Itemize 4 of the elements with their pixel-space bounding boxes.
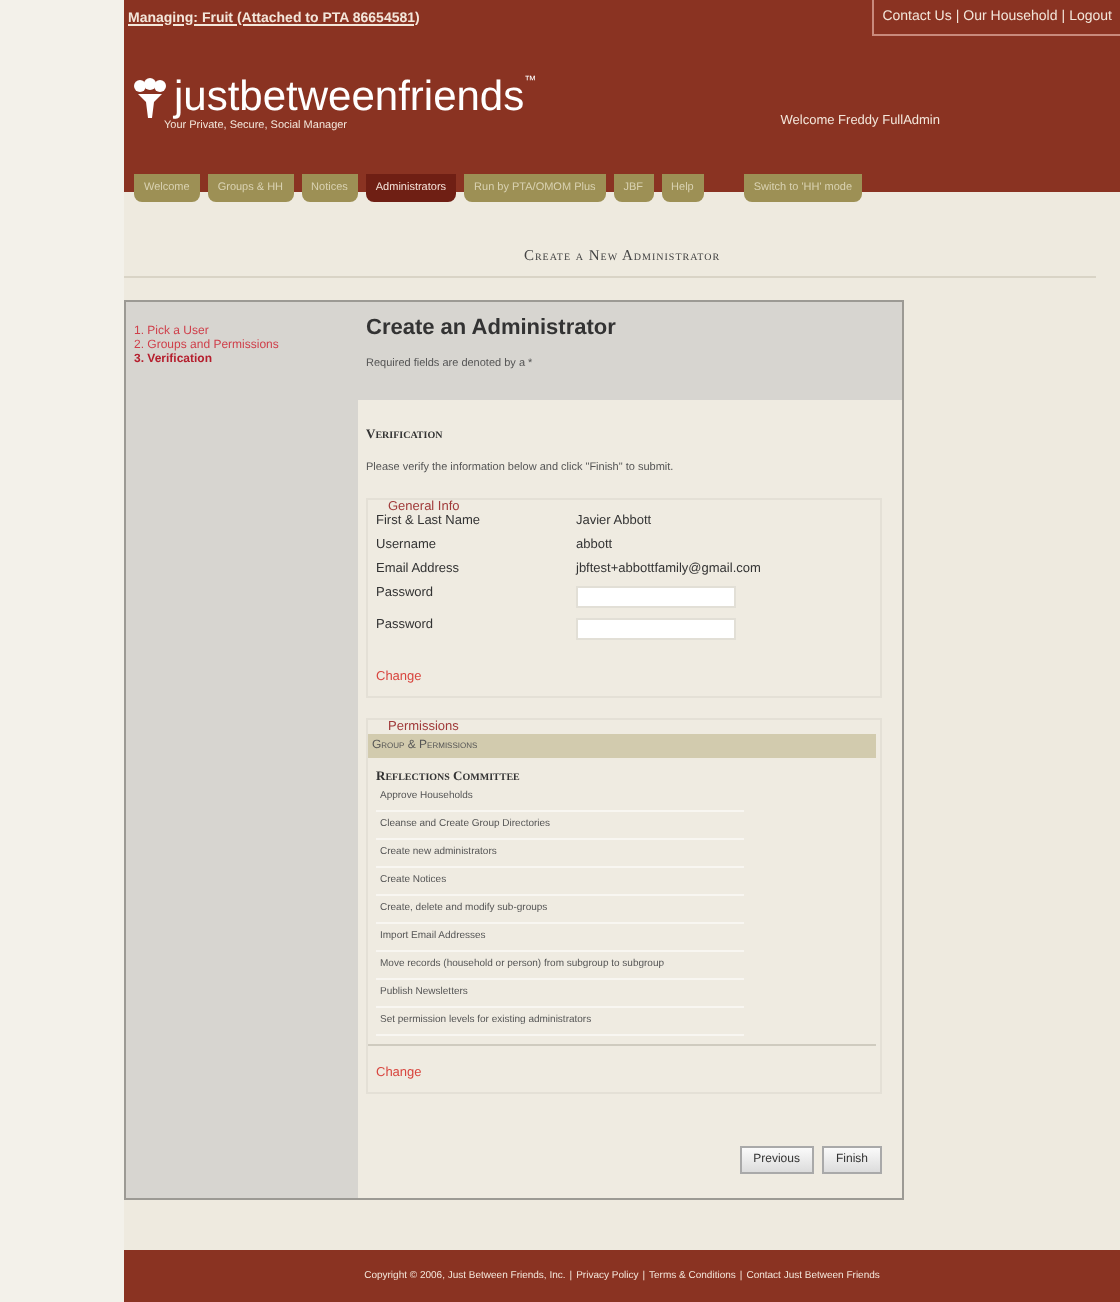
- logo-icon: [132, 78, 168, 118]
- password-field[interactable]: [576, 586, 736, 608]
- password-field[interactable]: [576, 618, 736, 640]
- form-title: Create an Administrator: [366, 316, 618, 340]
